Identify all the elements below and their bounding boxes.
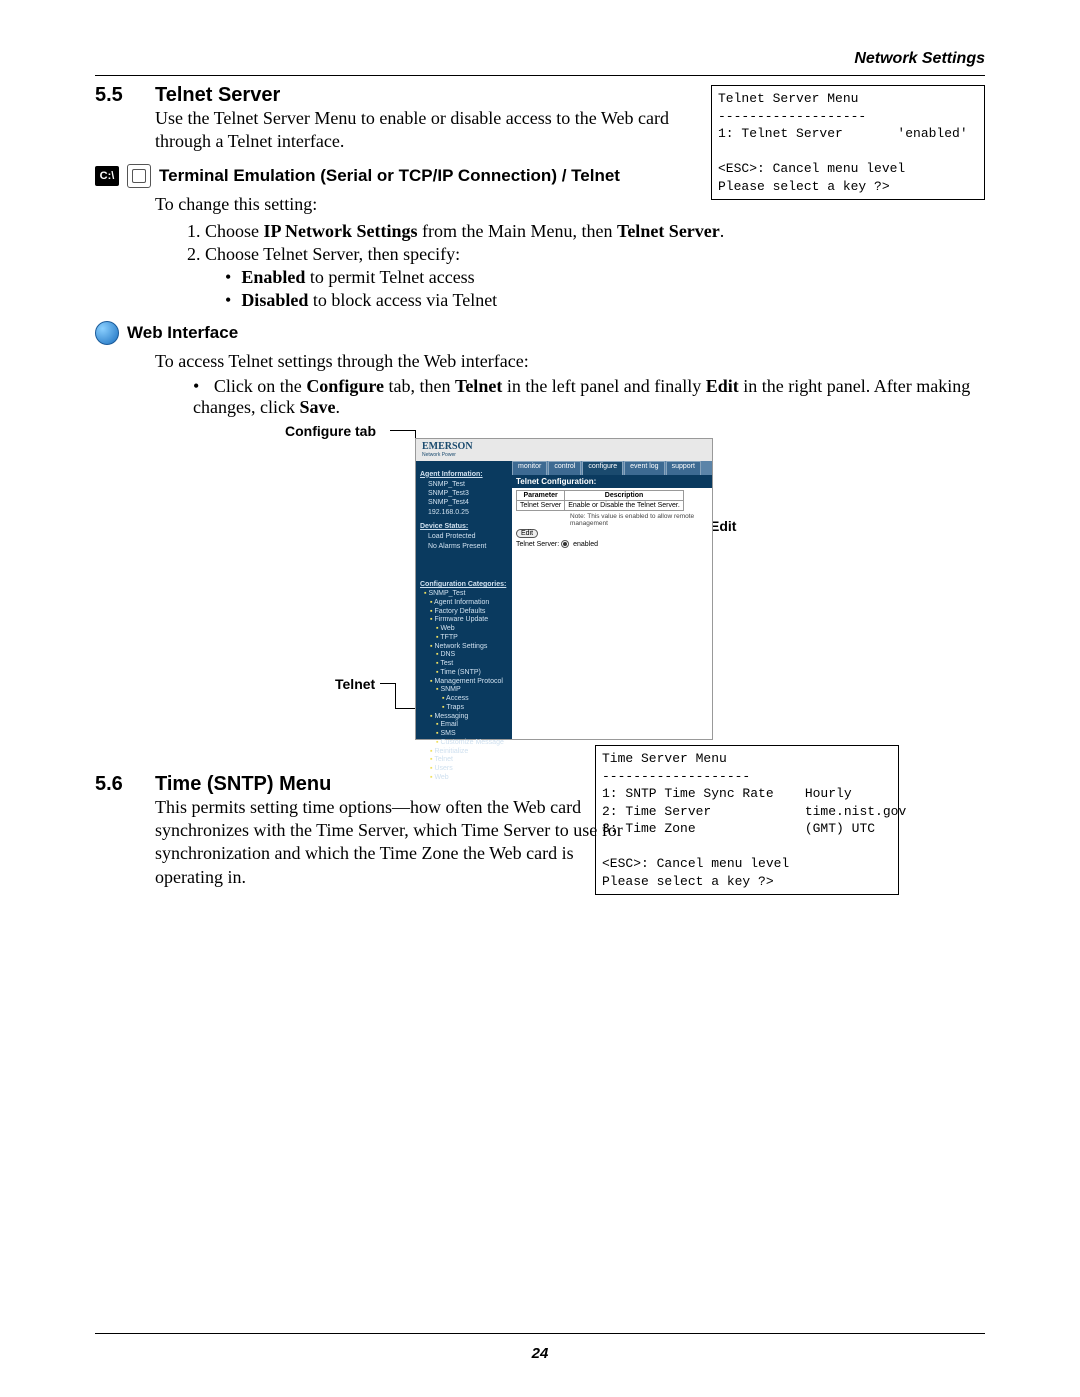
bullet-enabled: Enabled to permit Telnet access [225,267,985,288]
leader-line [415,430,416,438]
td-desc: Enable or Disable the Telnet Server. [565,500,684,510]
sidebar-tree-item[interactable]: ▪ Network Settings [420,643,508,652]
th-description: Description [565,490,684,500]
section-number: 5.5 [95,84,140,107]
screenshot-ui: EMERSON Network Power Agent Information:… [415,438,713,740]
page-number: 24 [0,1345,1080,1362]
callout-telnet: Telnet [335,676,375,692]
ui-header-bar: EMERSON Network Power [416,439,712,461]
logo: EMERSON [422,441,473,452]
sidebar-tree-item[interactable]: ▪ Customize Message [420,739,508,748]
sidebar-tree-item[interactable]: ▪ Time (SNTP) [420,669,508,678]
ui-tabs: monitorcontrolconfigureevent logsupport [512,461,712,475]
sidebar-device-header: Device Status: [420,523,508,530]
sidebar-tree-item[interactable]: ▪ DNS [420,651,508,660]
ui-banner: Telnet Configuration: [512,475,712,488]
callout-configure-tab: Configure tab [285,423,376,439]
sidebar-tree-item[interactable]: ▪ SNMP [420,686,508,695]
sidebar-agent-item: SNMP_Test4 [420,498,508,507]
leader-line [380,683,395,684]
tab-configure[interactable]: configure [582,461,623,475]
sidebar-tree-item[interactable]: ▪ Messaging [420,713,508,722]
sidebar-tree-item[interactable]: ▪ Test [420,660,508,669]
sidebar-tree-item[interactable]: ▪ Web [420,774,508,783]
running-header: Network Settings [854,50,985,68]
subhead-web-title: Web Interface [127,323,238,343]
leader-line [390,430,415,431]
tab-support[interactable]: support [666,461,701,475]
tab-event-log[interactable]: event log [624,461,664,475]
web-intro: To access Telnet settings through the We… [155,350,985,373]
leader-line [395,683,396,708]
terminal-box-telnet: Telnet Server Menu ------------------- 1… [711,85,985,200]
rule-top [95,75,985,76]
section-5-6-body: This permits setting time options—how of… [155,796,625,890]
sidebar-tree-item[interactable]: ▪ Management Protocol [420,678,508,687]
rule-bottom [95,1333,985,1334]
th-parameter: Parameter [517,490,565,500]
web-bullets: Click on the Configure tab, then Telnet … [173,376,985,418]
figure-telnet-config: Configure tab Edit Telnet EMERSON Networ… [155,423,985,743]
logo-subtitle: Network Power [422,452,473,458]
sidebar-tree-item[interactable]: ▪ Telnet [420,756,508,765]
page: Network Settings 5.5 Telnet Server Use t… [0,0,1080,1397]
tab-monitor[interactable]: monitor [512,461,547,475]
sidebar-device-item: Load Protected [420,532,508,541]
web-bullet-1: Click on the Configure tab, then Telnet … [193,376,985,418]
bullet-disabled: Disabled to block access via Telnet [225,290,985,311]
step-1: Choose IP Network Settings from the Main… [205,221,985,242]
sidebar-tree-item[interactable]: ▪ Firmware Update [420,616,508,625]
section-number: 5.6 [95,773,140,796]
sidebar-tree-item[interactable]: ▪ SNMP_Test [420,590,508,599]
step-2: Choose Telnet Server, then specify: Enab… [205,244,985,311]
ui-sidebar: Agent Information: SNMP_TestSNMP_Test3SN… [416,461,512,739]
sidebar-tree-item[interactable]: ▪ SMS [420,730,508,739]
edit-button[interactable]: Edit [516,529,538,538]
ui-note: Note: This value is enabled to allow rem… [512,513,712,527]
subhead-web-interface: Web Interface [95,321,985,345]
terminal-steps: Choose IP Network Settings from the Main… [180,221,985,311]
ui-config-table: ParameterDescription Telnet ServerEnable… [516,490,684,511]
tab-control[interactable]: control [548,461,581,475]
sidebar-tree-item[interactable]: ▪ Web [420,625,508,634]
section-title: Time (SNTP) Menu [155,773,331,796]
radio-icon[interactable] [561,540,569,548]
sidebar-agent-item: 192.168.0.25 [420,508,508,517]
sidebar-agent-item: SNMP_Test [420,480,508,489]
sidebar-tree-item[interactable]: ▪ Reinitialize [420,748,508,757]
td-param: Telnet Server [517,500,565,510]
ui-status-row: Telnet Server: enabled [512,540,712,548]
sidebar-config-header: Configuration Categories: [420,581,508,588]
ui-main-panel: monitorcontrolconfigureevent logsupport … [512,461,712,739]
terminal-icon: C:\ [95,166,119,186]
globe-icon [95,321,119,345]
section-5-5-body: Use the Telnet Server Menu to enable or … [155,107,695,154]
sidebar-tree-item[interactable]: ▪ Users [420,765,508,774]
sidebar-tree-item[interactable]: ▪ Agent Information [420,599,508,608]
sidebar-tree-item[interactable]: ▪ Access [420,695,508,704]
sidebar-tree-item[interactable]: ▪ Factory Defaults [420,608,508,617]
sidebar-agent-header: Agent Information: [420,471,508,478]
subhead-terminal-title: Terminal Emulation (Serial or TCP/IP Con… [159,166,620,186]
sidebar-device-item: No Alarms Present [420,542,508,551]
sidebar-tree-item[interactable]: ▪ Traps [420,704,508,713]
sidebar-agent-item: SNMP_Test3 [420,489,508,498]
callout-edit: Edit [710,518,736,534]
terminal-box-time: Time Server Menu ------------------- 1: … [595,745,899,895]
sidebar-tree-item[interactable]: ▪ Email [420,721,508,730]
sidebar-tree-item[interactable]: ▪ TFTP [420,634,508,643]
serial-icon [127,164,151,188]
section-title: Telnet Server [155,84,280,107]
